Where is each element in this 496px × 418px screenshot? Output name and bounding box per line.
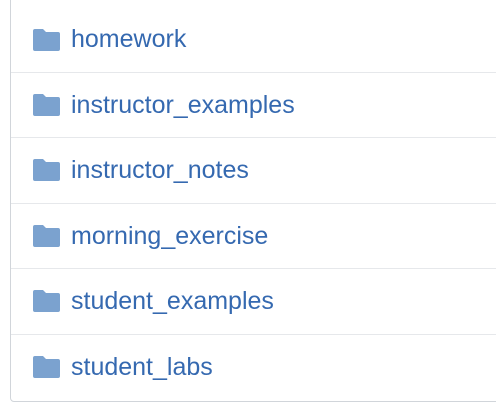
folder-icon bbox=[33, 28, 60, 51]
file-list-row-morning-exercise[interactable]: morning_exercise bbox=[11, 203, 496, 268]
file-list-row-student-labs[interactable]: student_labs bbox=[11, 334, 496, 399]
folder-icon bbox=[33, 159, 60, 181]
folder-icon bbox=[33, 94, 60, 116]
folder-link-student-labs[interactable]: student_labs bbox=[71, 354, 213, 380]
folder-icon bbox=[33, 225, 60, 247]
folder-link-instructor-examples[interactable]: instructor_examples bbox=[71, 92, 295, 118]
folder-link-student-examples[interactable]: student_examples bbox=[71, 288, 274, 314]
folder-icon bbox=[33, 290, 60, 312]
folder-link-morning-exercise[interactable]: morning_exercise bbox=[71, 223, 268, 249]
file-list-row-homework[interactable]: homework bbox=[11, 7, 496, 72]
folder-link-instructor-notes[interactable]: instructor_notes bbox=[71, 157, 249, 183]
file-list-row-instructor-notes[interactable]: instructor_notes bbox=[11, 137, 496, 202]
folder-link-homework[interactable]: homework bbox=[71, 27, 186, 52]
file-list: homework instructor_examples instructor_… bbox=[10, 0, 496, 402]
file-list-row-instructor-examples[interactable]: instructor_examples bbox=[11, 72, 496, 137]
file-list-row-student-examples[interactable]: student_examples bbox=[11, 268, 496, 333]
folder-icon bbox=[33, 356, 60, 378]
